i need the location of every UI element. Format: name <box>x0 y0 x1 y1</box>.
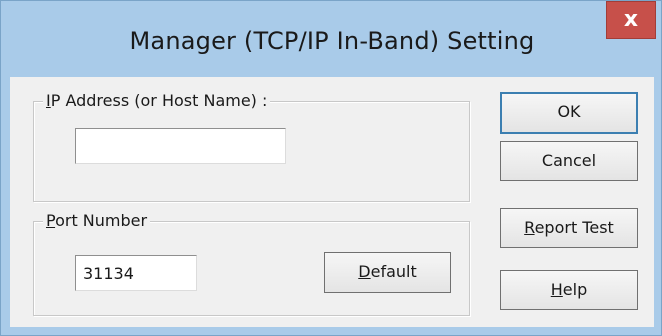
port-number-label-text: ort Number <box>55 211 148 230</box>
help-label-text: elp <box>562 280 588 299</box>
dialog-client-area: IP Address (or Host Name) : Port Number … <box>10 77 654 327</box>
cancel-button[interactable]: Cancel <box>500 141 638 181</box>
ip-address-label-text: P Address (or Host Name) : <box>50 91 268 110</box>
report-test-button[interactable]: Report Test <box>500 208 638 248</box>
close-button[interactable]: x <box>606 1 656 39</box>
dialog-window: Manager (TCP/IP In-Band) Setting x IP Ad… <box>0 0 662 336</box>
port-number-group: Port Number Default <box>33 211 470 316</box>
port-number-group-label: Port Number <box>43 211 151 230</box>
ip-address-group-label: IP Address (or Host Name) : <box>43 91 271 110</box>
ip-address-input[interactable] <box>75 128 286 164</box>
default-button[interactable]: Default <box>324 252 451 293</box>
help-button[interactable]: Help <box>500 270 638 310</box>
close-icon: x <box>623 7 639 32</box>
report-test-accel: R <box>524 218 535 237</box>
default-label-text: efault <box>370 262 417 281</box>
report-test-label-text: eport Test <box>534 218 614 237</box>
ok-button[interactable]: OK <box>500 92 638 134</box>
port-number-input[interactable] <box>75 255 197 291</box>
ip-address-group: IP Address (or Host Name) : <box>33 91 470 202</box>
default-accel: D <box>358 262 371 281</box>
window-title: Manager (TCP/IP In-Band) Setting <box>129 27 535 55</box>
help-accel: H <box>550 280 563 299</box>
port-number-accel: P <box>46 211 56 230</box>
title-bar[interactable]: Manager (TCP/IP In-Band) Setting x <box>1 1 661 77</box>
